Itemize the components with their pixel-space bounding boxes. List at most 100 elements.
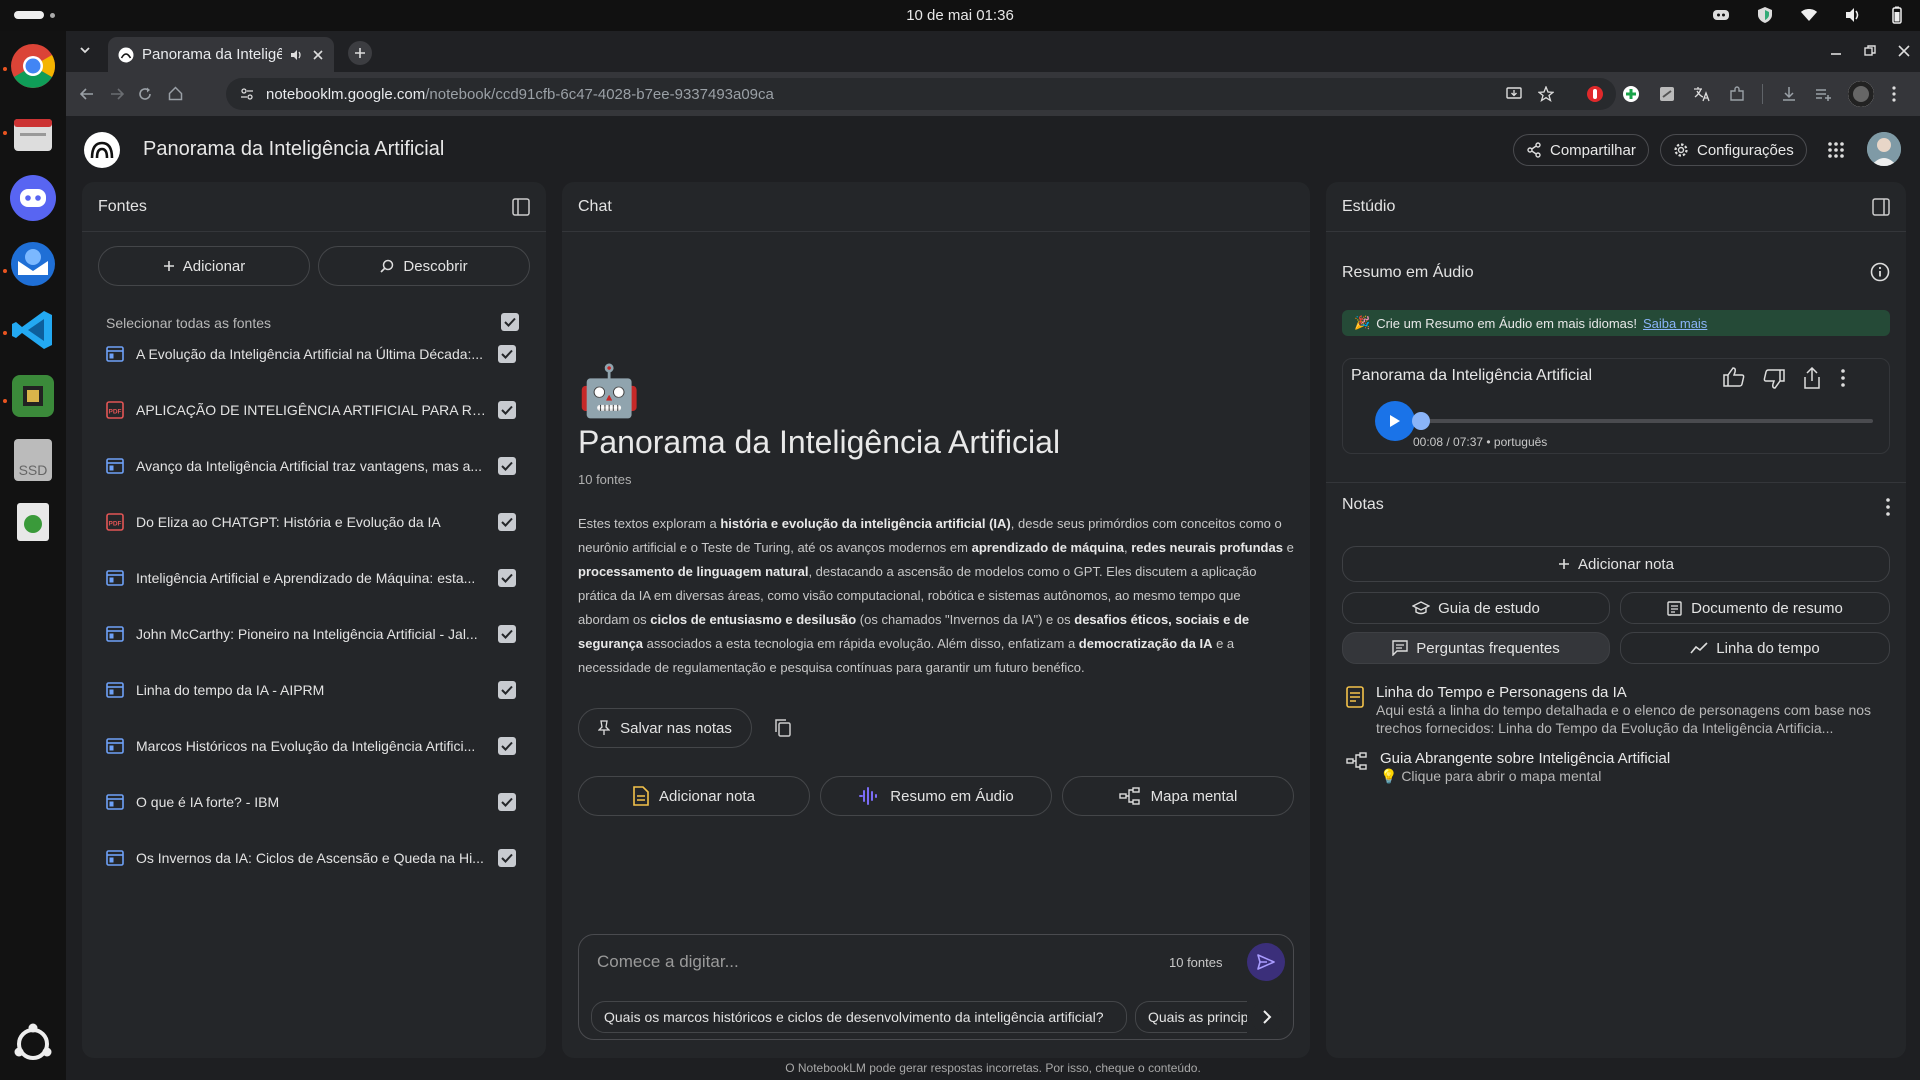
suggestion-chip[interactable]: Quais os marcos históricos e ciclos de d…: [591, 1001, 1127, 1033]
notebooklm-logo-icon[interactable]: [84, 132, 120, 168]
source-checkbox[interactable]: [498, 457, 516, 475]
browser-tab[interactable]: Panorama da Inteligência Artificial: [108, 37, 334, 72]
note-item[interactable]: Guia Abrangente sobre Inteligência Artif…: [1346, 750, 1886, 785]
close-window-icon[interactable]: [1898, 45, 1910, 57]
discord-dock-icon[interactable]: [8, 173, 58, 223]
google-apps-grid-icon[interactable]: [1828, 142, 1844, 158]
profile-avatar[interactable]: [1848, 81, 1874, 107]
source-checkbox[interactable]: [498, 569, 516, 587]
battery-icon[interactable]: [1888, 6, 1906, 24]
back-icon[interactable]: [80, 87, 94, 101]
show-apps-icon[interactable]: [8, 1019, 58, 1069]
playback-progress-track[interactable]: [1411, 412, 1873, 430]
collapse-panel-icon[interactable]: [512, 197, 530, 216]
source-checkbox[interactable]: [498, 513, 516, 531]
player-more-icon[interactable]: [1841, 369, 1845, 387]
site-info-icon[interactable]: [240, 87, 254, 101]
tab-audio-icon[interactable]: [290, 48, 304, 62]
save-to-notes-button[interactable]: Salvar nas notas: [578, 708, 752, 748]
playback-thumb[interactable]: [1411, 412, 1430, 430]
share-audio-icon[interactable]: [1803, 367, 1821, 389]
vscode-dock-icon[interactable]: [8, 305, 58, 355]
account-avatar[interactable]: [1867, 132, 1901, 166]
source-checkbox[interactable]: [498, 681, 516, 699]
source-item[interactable]: A Evolução da Inteligência Artificial na…: [106, 334, 516, 374]
minimize-window-icon[interactable]: [1830, 45, 1842, 57]
add-note-chat-button[interactable]: Adicionar nota: [578, 776, 810, 816]
audio-summary-button[interactable]: Resumo em Áudio: [820, 776, 1052, 816]
collapse-panel-icon[interactable]: [1872, 197, 1890, 216]
extensions-puzzle-icon[interactable]: [1728, 85, 1746, 103]
trash-dock-icon[interactable]: [8, 497, 58, 547]
svg-text:PDF: PDF: [109, 409, 122, 416]
source-checkbox[interactable]: [498, 849, 516, 867]
source-item[interactable]: Avanço da Inteligência Artificial traz v…: [106, 446, 516, 486]
discover-sources-button[interactable]: Descobrir: [318, 246, 530, 286]
bookmark-star-icon[interactable]: [1538, 86, 1554, 102]
send-button[interactable]: [1247, 943, 1285, 981]
summary-document-button[interactable]: Documento de resumo: [1620, 592, 1890, 624]
forward-icon[interactable]: [110, 87, 124, 101]
note-item[interactable]: Linha do Tempo e Personagens da IA Aqui …: [1346, 684, 1886, 737]
notes-more-icon[interactable]: [1886, 498, 1890, 516]
translate-extension-icon[interactable]: [1692, 85, 1710, 103]
timeline-label: Linha do tempo: [1716, 639, 1820, 657]
source-item[interactable]: Os Invernos da IA: Ciclos de Ascensão e …: [106, 838, 516, 878]
source-checkbox[interactable]: [498, 345, 516, 363]
add-note-button[interactable]: Adicionar nota: [1342, 546, 1890, 582]
chip-app-dock-icon[interactable]: [8, 371, 58, 421]
source-item[interactable]: Marcos Históricos na Evolução da Intelig…: [106, 726, 516, 766]
source-checkbox[interactable]: [498, 737, 516, 755]
address-bar[interactable]: notebooklm.google.com/notebook/ccd91cfb-…: [226, 78, 1616, 110]
extension-red-icon[interactable]: [1586, 85, 1604, 103]
discord-tray-icon[interactable]: [1712, 6, 1730, 24]
source-checkbox[interactable]: [498, 793, 516, 811]
thumbs-up-icon[interactable]: [1723, 367, 1745, 387]
timeline-button[interactable]: Linha do tempo: [1620, 632, 1890, 664]
thumbs-down-icon[interactable]: [1763, 369, 1785, 389]
source-item[interactable]: PDF Do Eliza ao CHATGPT: História e Evolu…: [106, 502, 516, 542]
ssd-drive-dock-icon[interactable]: SSD: [8, 435, 58, 485]
suggestion-chip[interactable]: Quais as princip: [1135, 1001, 1247, 1033]
browser-menu-icon[interactable]: [1892, 86, 1896, 102]
home-icon[interactable]: [168, 86, 183, 101]
wifi-icon[interactable]: [1800, 6, 1818, 24]
play-button[interactable]: [1375, 401, 1415, 441]
chat-input[interactable]: [597, 949, 1097, 975]
faq-button[interactable]: Perguntas frequentes: [1342, 632, 1610, 664]
source-item[interactable]: PDF APLICAÇÃO DE INTELIGÊNCIA ARTIFICIAL …: [106, 390, 516, 430]
install-app-icon[interactable]: [1506, 86, 1522, 102]
source-item[interactable]: Linha do tempo da IA - AIPRM: [106, 670, 516, 710]
study-guide-button[interactable]: Guia de estudo: [1342, 592, 1610, 624]
source-item[interactable]: John McCarthy: Pioneiro na Inteligência …: [106, 614, 516, 654]
shield-tray-icon[interactable]: [1756, 6, 1774, 24]
share-button[interactable]: Compartilhar: [1513, 134, 1649, 166]
os-clock[interactable]: 10 de mai 01:36: [0, 7, 1920, 24]
extension-gray-icon[interactable]: [1658, 85, 1676, 103]
settings-button[interactable]: Configurações: [1660, 134, 1807, 166]
add-source-button[interactable]: Adicionar: [98, 246, 310, 286]
thunderbird-dock-icon[interactable]: [8, 239, 58, 289]
notebook-title[interactable]: Panorama da Inteligência Artificial: [143, 138, 444, 161]
mind-map-button[interactable]: Mapa mental: [1062, 776, 1294, 816]
tab-close-icon[interactable]: [312, 49, 324, 61]
info-icon[interactable]: [1870, 262, 1890, 282]
source-item[interactable]: Inteligência Artificial e Aprendizado de…: [106, 558, 516, 598]
extension-green-icon[interactable]: [1622, 85, 1640, 103]
files-dock-icon[interactable]: [8, 109, 58, 159]
select-all-checkbox[interactable]: [501, 313, 519, 331]
reload-icon[interactable]: [138, 87, 152, 101]
source-checkbox[interactable]: [498, 625, 516, 643]
suggestions-next-button[interactable]: [1251, 1001, 1283, 1033]
restore-window-icon[interactable]: [1864, 45, 1876, 57]
reading-list-icon[interactable]: [1814, 85, 1832, 103]
source-item[interactable]: O que é IA forte? - IBM: [106, 782, 516, 822]
learn-more-link[interactable]: Saiba mais: [1643, 316, 1707, 331]
chrome-dock-icon[interactable]: [8, 41, 58, 91]
downloads-icon[interactable]: [1780, 85, 1798, 103]
new-tab-button[interactable]: [348, 41, 372, 65]
tab-search-icon[interactable]: [78, 43, 92, 57]
source-checkbox[interactable]: [498, 401, 516, 419]
copy-icon[interactable]: [774, 718, 792, 738]
volume-icon[interactable]: [1844, 6, 1862, 24]
